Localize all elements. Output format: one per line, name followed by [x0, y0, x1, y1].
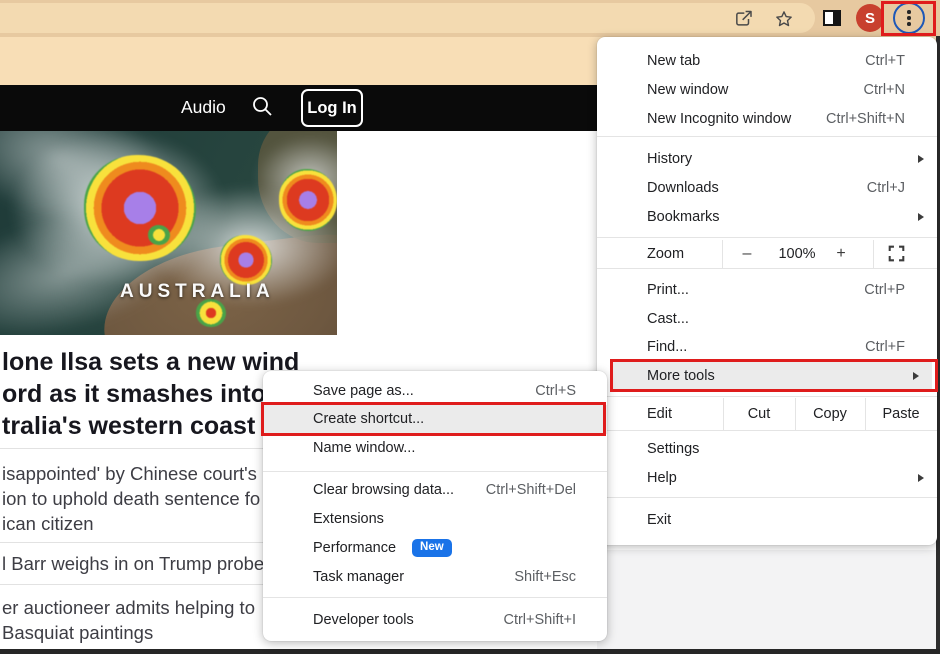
menu-item-new-tab[interactable]: New tab Ctrl+T — [597, 47, 937, 76]
zoom-out-button[interactable]: – — [735, 240, 759, 268]
fullscreen-icon[interactable] — [888, 245, 905, 267]
edit-cut-button[interactable]: Cut — [723, 398, 795, 430]
menu-item-help[interactable]: Help — [597, 464, 937, 493]
login-button[interactable]: Log In — [301, 89, 363, 127]
avatar[interactable]: S — [856, 4, 884, 32]
edit-label: Edit — [647, 398, 672, 430]
map-label: AUSTRALIA — [120, 281, 275, 303]
story-link[interactable]: er auctioneer admits helping to Basquiat… — [2, 595, 302, 645]
submenu-arrow-icon — [918, 474, 924, 482]
search-icon[interactable] — [250, 94, 274, 123]
edit-row: Edit Cut Copy Paste — [597, 398, 937, 430]
submenu-item-clear-browsing-data[interactable]: Clear browsing data... Ctrl+Shift+Del — [263, 476, 607, 505]
submenu-arrow-icon — [913, 372, 919, 380]
address-bar[interactable] — [0, 3, 815, 33]
divider — [0, 542, 305, 543]
menu-dots-icon[interactable] — [893, 2, 925, 34]
cyclone-radar-blob — [84, 155, 196, 261]
page-background-panel — [597, 550, 937, 650]
submenu-item-task-manager[interactable]: Task manager Shift+Esc — [263, 563, 607, 592]
submenu-item-extensions[interactable]: Extensions — [263, 505, 607, 534]
share-icon[interactable] — [732, 8, 754, 30]
menu-item-find[interactable]: Find... Ctrl+F — [597, 333, 937, 362]
submenu-item-name-window[interactable]: Name window... — [263, 434, 607, 463]
chrome-menu: New tab Ctrl+T New window Ctrl+N New Inc… — [597, 37, 937, 545]
side-panel-fill — [833, 12, 839, 24]
browser-toolbar: S — [0, 0, 940, 37]
more-tools-submenu: Save page as... Ctrl+S Create shortcut..… — [263, 371, 607, 641]
window-edge-bottom — [0, 649, 940, 654]
submenu-arrow-icon — [918, 213, 924, 221]
submenu-item-performance[interactable]: Performance New — [263, 534, 607, 563]
zoom-in-button[interactable]: + — [829, 240, 853, 268]
menu-item-bookmarks[interactable]: Bookmarks — [597, 203, 937, 232]
nav-audio-link[interactable]: Audio — [181, 97, 226, 118]
menu-item-new-incognito-window[interactable]: New Incognito window Ctrl+Shift+N — [597, 105, 937, 134]
bookmark-star-icon[interactable] — [773, 8, 795, 30]
menu-item-print[interactable]: Print... Ctrl+P — [597, 276, 937, 305]
story-link[interactable]: l Barr weighs in on Trump probe — [2, 551, 302, 576]
submenu-item-create-shortcut[interactable]: Create shortcut... — [263, 405, 607, 434]
menu-item-downloads[interactable]: Downloads Ctrl+J — [597, 174, 937, 203]
story-link[interactable]: isappointed' by Chinese court's ion to u… — [2, 461, 302, 536]
zoom-row: Zoom – 100% + — [597, 240, 937, 268]
menu-item-new-window[interactable]: New window Ctrl+N — [597, 76, 937, 105]
zoom-level: 100% — [759, 240, 835, 268]
zoom-label: Zoom — [647, 240, 684, 268]
side-panel-icon[interactable] — [823, 10, 841, 26]
submenu-item-save-page-as[interactable]: Save page as... Ctrl+S — [263, 377, 607, 406]
menu-item-exit[interactable]: Exit — [597, 506, 937, 535]
menu-item-settings[interactable]: Settings — [597, 435, 937, 464]
edit-paste-button[interactable]: Paste — [865, 398, 937, 430]
submenu-arrow-icon — [918, 155, 924, 163]
menu-item-history[interactable]: History — [597, 145, 937, 174]
menu-item-cast[interactable]: Cast... — [597, 305, 937, 334]
divider — [0, 448, 305, 449]
new-badge: New — [412, 539, 452, 557]
divider — [0, 584, 305, 585]
hero-satellite-image[interactable]: AUSTRALIA — [0, 131, 337, 335]
edit-copy-button[interactable]: Copy — [795, 398, 865, 430]
menu-item-more-tools[interactable]: More tools — [613, 362, 932, 391]
submenu-item-developer-tools[interactable]: Developer tools Ctrl+Shift+I — [263, 606, 607, 635]
